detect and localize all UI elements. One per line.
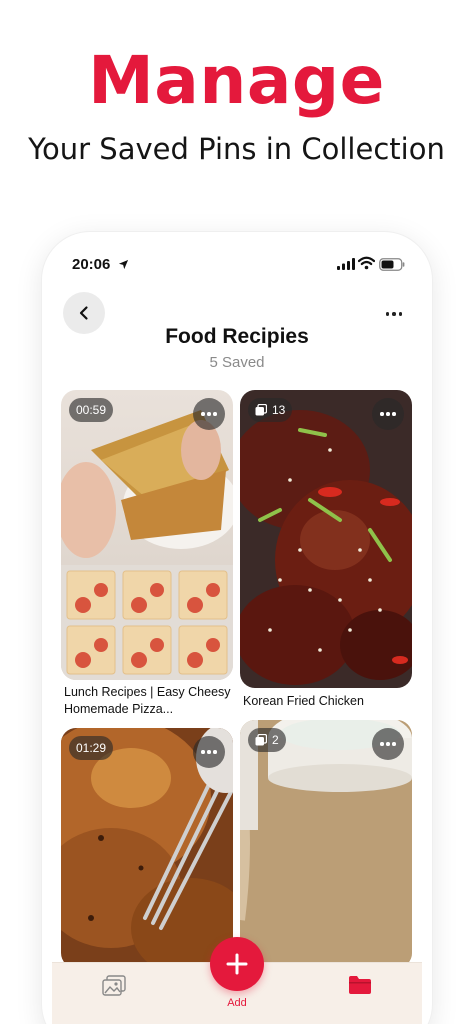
- chevron-left-icon: [79, 306, 88, 320]
- signal-icon: [337, 258, 355, 270]
- badge-text: 01:29: [76, 741, 107, 755]
- folder-icon: [349, 976, 371, 994]
- badge-text: 13: [272, 403, 286, 417]
- more-dot-icon: [380, 412, 384, 416]
- video-duration-badge: 01:29: [69, 736, 114, 760]
- more-dot-icon: [386, 412, 390, 416]
- pin-card[interactable]: 00:59 Lunch Recipes | Easy Cheesy Homema…: [61, 390, 233, 720]
- more-dot-icon: [398, 312, 403, 316]
- pin-image[interactable]: 13: [240, 390, 412, 688]
- pin-thumbnail-pizza: [61, 390, 233, 680]
- pin-more-button[interactable]: [372, 728, 404, 760]
- pin-thumbnail-chicken: [240, 390, 412, 688]
- pin-image[interactable]: 01:29: [61, 728, 233, 968]
- status-time: 20:06: [72, 256, 111, 273]
- more-dot-icon: [207, 412, 211, 416]
- more-dot-icon: [213, 750, 217, 754]
- stack-icon: [255, 734, 267, 746]
- more-dot-icon: [392, 412, 396, 416]
- gallery-icon: [102, 975, 126, 996]
- phone-frame: 20:06 Food Recipies 5 Saved 00:59 Lunch …: [42, 232, 432, 1024]
- collection-count-badge: 2: [248, 728, 286, 752]
- more-options-button[interactable]: [382, 302, 406, 326]
- battery-icon: [379, 258, 405, 271]
- badge-text: 2: [272, 733, 279, 747]
- wifi-icon: [358, 256, 375, 270]
- more-dot-icon: [207, 750, 211, 754]
- video-duration-badge: 00:59: [69, 398, 114, 422]
- badge-text: 00:59: [76, 403, 107, 417]
- saved-count: 5 Saved: [209, 354, 265, 371]
- more-dot-icon: [392, 312, 396, 316]
- more-dot-icon: [201, 750, 205, 754]
- pin-card[interactable]: 13 Korean Fried Chicken: [240, 390, 412, 712]
- pin-more-button[interactable]: [372, 398, 404, 430]
- location-arrow-icon: [118, 259, 129, 270]
- promo-headline: Manage: [88, 42, 385, 119]
- more-dot-icon: [385, 312, 390, 316]
- collection-count-badge: 13: [248, 398, 293, 422]
- pin-image[interactable]: 2: [240, 720, 412, 968]
- pin-card[interactable]: 2: [240, 720, 412, 968]
- board-title: Food Recipies: [165, 325, 309, 348]
- more-dot-icon: [213, 412, 217, 416]
- tab-folder[interactable]: [348, 975, 372, 1000]
- promo-subheadline: Your Saved Pins in Collection: [28, 132, 445, 166]
- more-dot-icon: [201, 412, 205, 416]
- pin-image[interactable]: 00:59: [61, 390, 233, 680]
- stack-icon: [255, 404, 267, 416]
- bottom-tab-bar: Add: [52, 937, 422, 1024]
- pin-title: Lunch Recipes | Easy Cheesy Homemade Piz…: [64, 685, 231, 716]
- plus-icon: [226, 953, 248, 975]
- pin-title: Korean Fried Chicken: [243, 694, 364, 708]
- more-dot-icon: [380, 742, 384, 746]
- add-button[interactable]: [210, 937, 264, 991]
- pin-more-button[interactable]: [193, 736, 225, 768]
- status-bar: 20:06: [42, 254, 432, 278]
- pin-more-button[interactable]: [193, 398, 225, 430]
- more-dot-icon: [386, 742, 390, 746]
- more-dot-icon: [392, 742, 396, 746]
- pin-card[interactable]: 01:29: [61, 728, 233, 968]
